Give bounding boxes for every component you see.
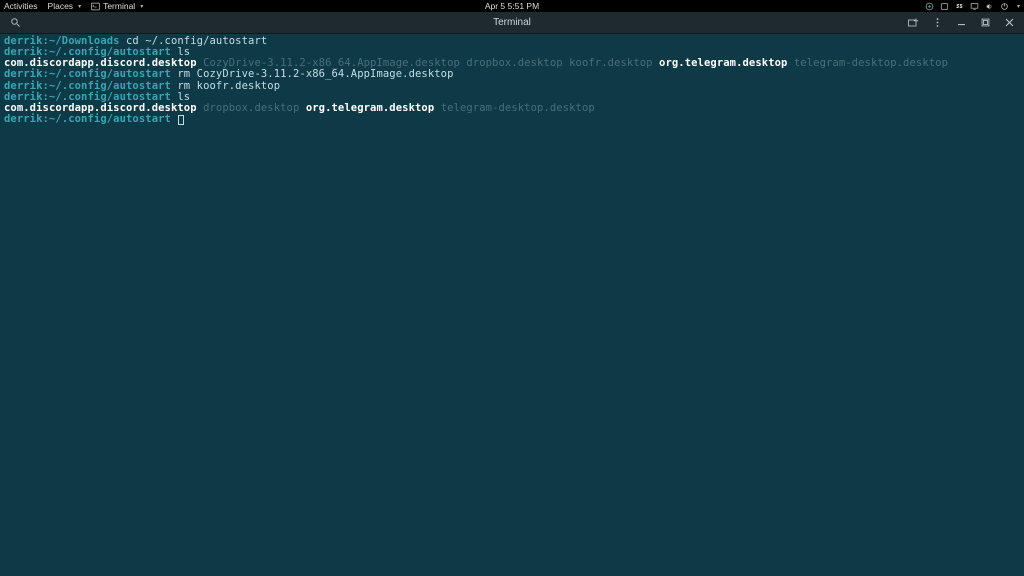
terminal-icon — [91, 2, 100, 11]
volume-icon[interactable] — [985, 2, 994, 11]
dropbox-icon[interactable] — [955, 2, 964, 11]
places-menu[interactable]: Places ▾ — [48, 1, 82, 11]
top-bar-right: ▾ — [925, 2, 1020, 11]
menu-icon — [932, 17, 943, 28]
file-entry: dropbox.desktop — [203, 102, 299, 114]
cursor — [178, 115, 184, 125]
clock[interactable]: Apr 5 5:51 PM — [485, 1, 539, 11]
terminal-header-bar: Terminal — [0, 12, 1024, 34]
close-icon — [1004, 17, 1015, 28]
clock-text: Apr 5 5:51 PM — [485, 1, 539, 11]
file-entry: org.telegram.desktop — [306, 102, 434, 114]
maximize-icon — [980, 17, 991, 28]
activities-label: Activities — [4, 1, 38, 11]
file-entry: dropbox.desktop — [466, 57, 562, 69]
chevron-down-icon: ▾ — [140, 3, 143, 10]
app-menu-label: Terminal — [103, 1, 135, 11]
file-entry: org.telegram.desktop — [659, 57, 787, 69]
minimize-button[interactable] — [954, 16, 968, 30]
search-icon — [10, 17, 21, 28]
menu-button[interactable] — [930, 16, 944, 30]
file-entry: telegram-desktop.desktop — [794, 57, 948, 69]
file-entry: telegram-desktop.desktop — [441, 102, 595, 114]
prompt-user: derrik: — [4, 113, 49, 125]
file-entry: koofr.desktop — [569, 57, 652, 69]
window-title-text: Terminal — [493, 17, 531, 28]
notifications-icon[interactable] — [940, 2, 949, 11]
header-left — [8, 16, 22, 30]
chevron-down-icon: ▾ — [78, 3, 81, 10]
maximize-button[interactable] — [978, 16, 992, 30]
gnome-top-bar: Activities Places ▾ Terminal ▾ Apr 5 5:51 … — [0, 0, 1024, 12]
top-bar-left: Activities Places ▾ Terminal ▾ — [4, 1, 143, 11]
display-icon[interactable] — [970, 2, 979, 11]
chevron-down-icon[interactable]: ▾ — [1017, 3, 1020, 10]
new-tab-button[interactable] — [906, 16, 920, 30]
places-label: Places — [48, 1, 74, 11]
close-button[interactable] — [1002, 16, 1016, 30]
update-icon[interactable] — [925, 2, 934, 11]
terminal-line: derrik:~/.config/autostart — [4, 114, 1020, 125]
window-title: Terminal — [493, 17, 531, 28]
prompt-path: ~/.config/autostart — [49, 113, 171, 125]
header-right — [906, 16, 1016, 30]
activities-menu[interactable]: Activities — [4, 1, 38, 11]
new-tab-icon — [907, 17, 919, 29]
power-icon[interactable] — [1000, 2, 1009, 11]
terminal-viewport[interactable]: derrik:~/Downloads cd ~/.config/autostar… — [0, 34, 1024, 576]
app-menu[interactable]: Terminal ▾ — [91, 1, 143, 11]
minimize-icon — [956, 17, 967, 28]
search-button[interactable] — [8, 16, 22, 30]
command: rm koofr.desktop — [177, 80, 280, 92]
